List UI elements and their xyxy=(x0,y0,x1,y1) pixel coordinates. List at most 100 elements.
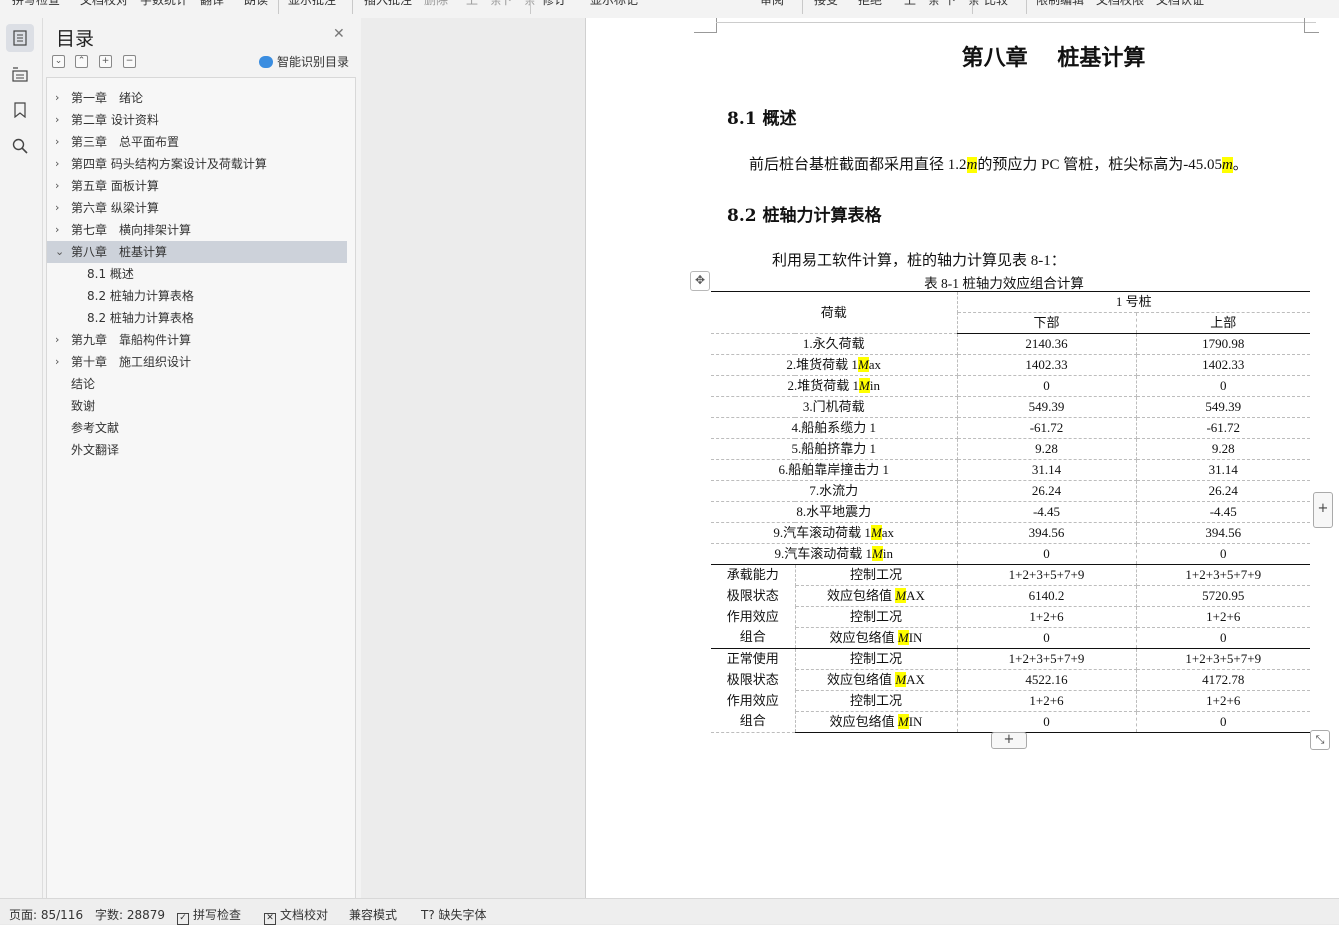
close-icon[interactable]: ✕ xyxy=(333,26,345,42)
chevron-down-icon[interactable]: ⌄ xyxy=(55,241,64,263)
lower-value-cell[interactable]: 394.56 xyxy=(956,522,1137,544)
lower-value-cell[interactable]: 1+2+6 xyxy=(956,606,1137,628)
lower-value-cell[interactable]: -4.45 xyxy=(956,501,1137,523)
upper-value-cell[interactable]: 0 xyxy=(1135,543,1310,565)
load-name-cell[interactable]: 控制工况 xyxy=(794,648,958,670)
load-name-cell[interactable]: 2.堆货荷载 1Max xyxy=(711,354,958,376)
lower-value-cell[interactable]: 1+2+3+5+7+9 xyxy=(956,564,1137,586)
toc-item[interactable]: 结论 xyxy=(47,373,347,395)
chevron-right-icon[interactable]: › xyxy=(55,351,59,373)
toc-item[interactable]: › 第五章 面板计算 xyxy=(47,175,347,197)
chevron-right-icon[interactable]: › xyxy=(55,175,59,197)
header-load-cell[interactable]: 荷载 xyxy=(711,291,958,334)
load-name-cell[interactable]: 效应包络值 MIN xyxy=(794,627,958,649)
upper-value-cell[interactable]: 1402.33 xyxy=(1135,354,1310,376)
toc-subitem[interactable]: 8.2 桩轴力计算表格 xyxy=(47,307,347,329)
next-change-tool[interactable]: 下一条 xyxy=(944,0,980,8)
toc-item[interactable]: 致谢 xyxy=(47,395,347,417)
upper-value-cell[interactable]: 1790.98 xyxy=(1135,333,1310,355)
doc-permission-tool[interactable]: 文档权限 xyxy=(1096,0,1144,8)
upper-value-cell[interactable]: 0 xyxy=(1135,627,1310,649)
reject-tool[interactable]: 拒绝 xyxy=(858,0,882,8)
table-resize-icon[interactable]: ⤡ xyxy=(1310,730,1330,750)
upper-value-cell[interactable]: 0 xyxy=(1135,711,1310,733)
proofread-tool[interactable]: 文档校对 xyxy=(80,0,128,8)
load-name-cell[interactable]: 4.船舶系缆力 1 xyxy=(711,417,958,439)
load-name-cell[interactable]: 效应包络值 MAX xyxy=(794,669,958,691)
combination-group-cell[interactable]: 正常使用 极限状态 作用效应 组合 xyxy=(711,648,796,733)
collapse-all-icon[interactable]: ⌃ xyxy=(75,55,88,68)
upper-value-cell[interactable]: -4.45 xyxy=(1135,501,1310,523)
expand-all-icon[interactable]: ⌄ xyxy=(52,55,65,68)
outline-icon[interactable] xyxy=(6,60,34,88)
delete-comment-tool[interactable]: 删除 xyxy=(424,0,448,8)
upper-value-cell[interactable]: 5720.95 xyxy=(1135,585,1310,607)
word-count-tool[interactable]: 字数统计 xyxy=(140,0,188,8)
lower-value-cell[interactable]: 4522.16 xyxy=(956,669,1137,691)
insert-comment-tool[interactable]: 插入批注 xyxy=(364,0,412,8)
prev-comment-tool[interactable]: 上一条 xyxy=(466,0,502,8)
chevron-right-icon[interactable]: › xyxy=(55,197,59,219)
add-column-button[interactable]: + xyxy=(1313,492,1333,528)
lower-value-cell[interactable]: 0 xyxy=(956,543,1137,565)
upper-value-cell[interactable]: 549.39 xyxy=(1135,396,1310,418)
smart-toc-button[interactable]: 智能识别目录 xyxy=(259,53,349,70)
toc-subitem[interactable]: 8.1 概述 xyxy=(47,263,347,285)
lower-value-cell[interactable]: 1+2+6 xyxy=(956,690,1137,712)
proofread-status[interactable]: ✕ 文档校对 xyxy=(264,906,328,925)
toc-item[interactable]: › 第七章 横向排架计算 xyxy=(47,219,347,241)
upper-value-cell[interactable]: 31.14 xyxy=(1135,459,1310,481)
chevron-right-icon[interactable]: › xyxy=(55,153,59,175)
load-name-cell[interactable]: 9.汽车滚动荷载 1Min xyxy=(711,543,958,565)
spell-check-status[interactable]: ✓ 拼写检查 xyxy=(177,906,241,925)
upper-value-cell[interactable]: 1+2+3+5+7+9 xyxy=(1135,564,1310,586)
toc-item[interactable]: 参考文献 xyxy=(47,417,347,439)
accept-tool[interactable]: 接受 xyxy=(814,0,838,8)
bookmark-icon[interactable] xyxy=(6,96,34,124)
toc-item[interactable]: ⌄ 第八章 桩基计算 xyxy=(47,241,347,263)
toc-item[interactable]: › 第二章 设计资料 xyxy=(47,109,347,131)
toc-item[interactable]: › 第六章 纵梁计算 xyxy=(47,197,347,219)
chevron-right-icon[interactable]: › xyxy=(55,329,59,351)
compare-tool[interactable]: 比较 xyxy=(984,0,1008,8)
header-upper-cell[interactable]: 上部 xyxy=(1135,312,1310,334)
combination-group-cell[interactable]: 承载能力 极限状态 作用效应 组合 xyxy=(711,564,796,649)
load-name-cell[interactable]: 1.永久荷载 xyxy=(711,333,958,355)
review-tool[interactable]: 审阅 xyxy=(760,0,784,8)
lower-value-cell[interactable]: 1+2+3+5+7+9 xyxy=(956,648,1137,670)
chevron-right-icon[interactable]: › xyxy=(55,109,59,131)
upper-value-cell[interactable]: 4172.78 xyxy=(1135,669,1310,691)
load-name-cell[interactable]: 5.船舶挤靠力 1 xyxy=(711,438,958,460)
load-name-cell[interactable]: 2.堆货荷载 1Min xyxy=(711,375,958,397)
load-name-cell[interactable]: 9.汽车滚动荷载 1Max xyxy=(711,522,958,544)
restrict-editing-tool[interactable]: 限制编辑 xyxy=(1036,0,1084,8)
load-name-cell[interactable]: 效应包络值 MIN xyxy=(794,711,958,733)
lower-value-cell[interactable]: 1402.33 xyxy=(956,354,1137,376)
spell-check-tool[interactable]: 拼写检查 xyxy=(12,0,60,8)
load-name-cell[interactable]: 控制工况 xyxy=(794,690,958,712)
chevron-right-icon[interactable]: › xyxy=(55,219,59,241)
toc-item[interactable]: › 第一章 绪论 xyxy=(47,87,347,109)
upper-value-cell[interactable]: 9.28 xyxy=(1135,438,1310,460)
upper-value-cell[interactable]: 1+2+3+5+7+9 xyxy=(1135,648,1310,670)
show-comments-tool[interactable]: 显示批注 xyxy=(288,0,336,8)
header-pile-cell[interactable]: 1 号桩 xyxy=(956,291,1310,313)
track-changes-tool[interactable]: 修订 xyxy=(542,0,566,8)
toc-icon[interactable] xyxy=(6,24,34,52)
show-markup-tool[interactable]: 显示标记 xyxy=(590,0,638,8)
load-name-cell[interactable]: 效应包络值 MAX xyxy=(794,585,958,607)
lower-value-cell[interactable]: 26.24 xyxy=(956,480,1137,502)
search-icon[interactable] xyxy=(6,132,34,160)
load-name-cell[interactable]: 控制工况 xyxy=(794,606,958,628)
add-row-button[interactable]: + xyxy=(991,732,1027,749)
add-heading-icon[interactable]: + xyxy=(99,55,112,68)
lower-value-cell[interactable]: 9.28 xyxy=(956,438,1137,460)
lower-value-cell[interactable]: 31.14 xyxy=(956,459,1137,481)
upper-value-cell[interactable]: 26.24 xyxy=(1135,480,1310,502)
lower-value-cell[interactable]: 0 xyxy=(956,627,1137,649)
lower-value-cell[interactable]: 6140.2 xyxy=(956,585,1137,607)
lower-value-cell[interactable]: 0 xyxy=(956,375,1137,397)
chevron-right-icon[interactable]: › xyxy=(55,87,59,109)
upper-value-cell[interactable]: -61.72 xyxy=(1135,417,1310,439)
upper-value-cell[interactable]: 394.56 xyxy=(1135,522,1310,544)
